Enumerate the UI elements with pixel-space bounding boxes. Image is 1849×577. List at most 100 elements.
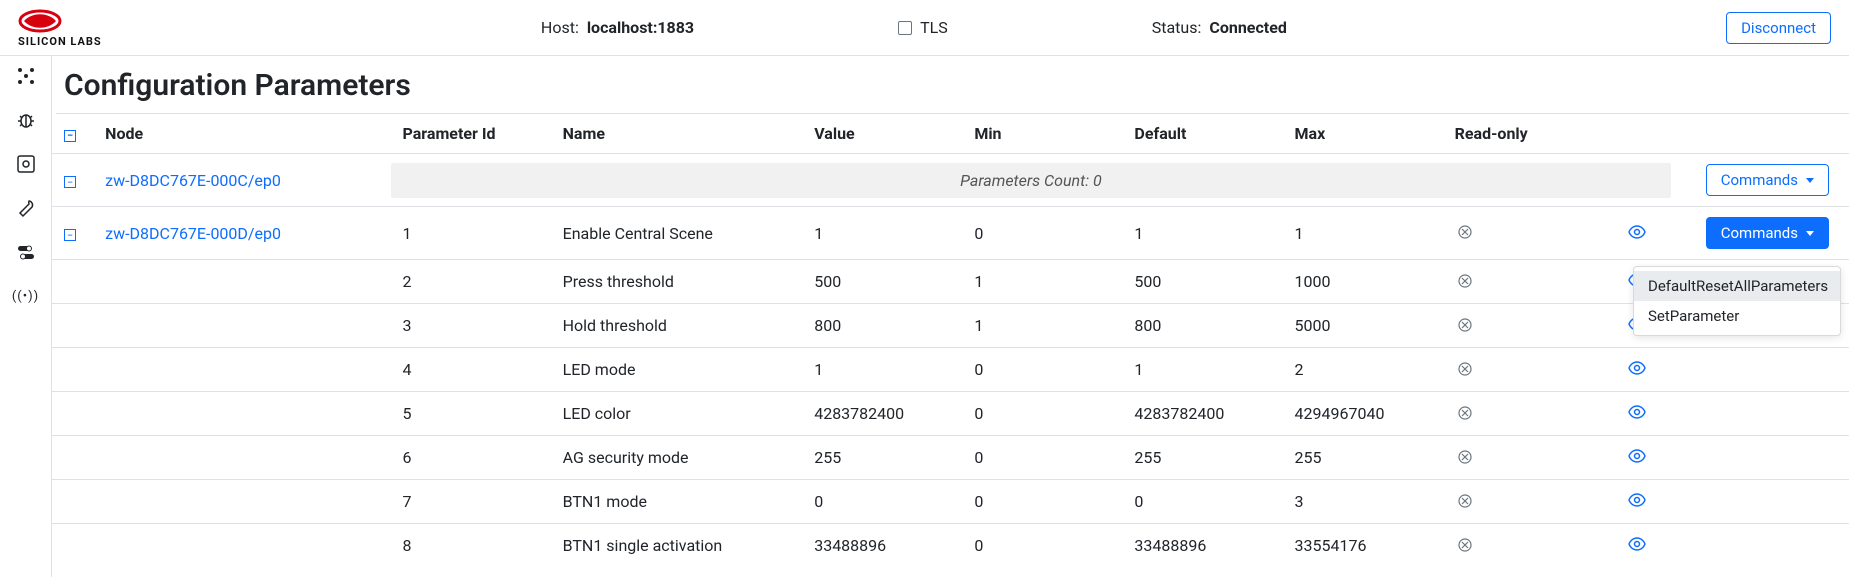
cell-pid: 1 [391,207,551,260]
node-link[interactable]: zw-D8DC767E-000D/ep0 [105,224,281,243]
cell-pid: 7 [391,480,551,524]
cell-pid: 8 [391,524,551,568]
cell-max: 1 [1283,207,1443,260]
page-title: Configuration Parameters [56,56,1849,114]
readonly-false-icon [1455,403,1475,423]
cell-default: 1 [1122,207,1282,260]
param-row: 4LED mode1012 [52,348,1849,392]
readonly-false-icon [1455,447,1475,467]
cell-value: 500 [802,260,962,304]
cell-min: 0 [962,348,1122,392]
cell-value: 4283782400 [802,392,962,436]
param-row: 6AG security mode2550255255 [52,436,1849,480]
cell-value: 800 [802,304,962,348]
chevron-down-icon [1806,231,1814,236]
toggle-icon[interactable] [14,240,38,264]
dropdown-item-default-reset[interactable]: DefaultResetAllParameters [1634,271,1840,301]
param-row: −zw-D8DC767E-000D/ep01Enable Central Sce… [52,207,1849,260]
cell-default: 0 [1122,480,1282,524]
params-count-label: Parameters Count: 0 [391,163,1672,198]
th-readonly: Read-only [1443,114,1603,154]
host-block: Host: localhost:1883 [541,18,694,37]
network-icon[interactable] [14,64,38,88]
cell-pid: 3 [391,304,551,348]
bug-icon[interactable] [14,108,38,132]
cell-default: 4283782400 [1122,392,1282,436]
gear-icon[interactable] [14,152,38,176]
cell-value: 1 [802,348,962,392]
cell-max: 3 [1283,480,1443,524]
view-icon[interactable] [1627,222,1647,242]
cell-min: 1 [962,260,1122,304]
view-icon[interactable] [1627,358,1647,378]
collapse-all-header[interactable]: − [52,114,93,154]
silabs-swirl-icon [18,8,78,34]
cell-name: LED mode [551,348,803,392]
readonly-false-icon [1455,535,1475,555]
readonly-false-icon [1455,222,1475,242]
brand-text: SILICON LABS [18,36,102,47]
disconnect-button[interactable]: Disconnect [1726,12,1831,44]
cell-value: 255 [802,436,962,480]
view-icon[interactable] [1627,490,1647,510]
cell-name: Hold threshold [551,304,803,348]
sidebar: ((•)) [0,56,52,577]
readonly-false-icon [1455,491,1475,511]
node-link[interactable]: zw-D8DC767E-000C/ep0 [105,171,281,190]
view-icon[interactable] [1627,402,1647,422]
cell-min: 0 [962,480,1122,524]
param-row: 8BTN1 single activation33488896033488896… [52,524,1849,568]
cell-default: 800 [1122,304,1282,348]
top-bar: SILICON LABS Host: localhost:1883 TLS St… [0,0,1849,56]
param-row: 5LED color428378240004283782400429496704… [52,392,1849,436]
signal-icon[interactable]: ((•)) [14,284,38,308]
tls-block: TLS [898,18,948,37]
brand-logo: SILICON LABS [18,8,102,47]
th-name: Name [551,114,803,154]
cell-value: 1 [802,207,962,260]
content-area: Configuration Parameters − Node Paramete… [52,56,1849,577]
status-value: Connected [1209,18,1286,37]
cell-name: LED color [551,392,803,436]
table-header-row: − Node Parameter Id Name Value Min Defau… [52,114,1849,154]
cell-min: 0 [962,392,1122,436]
tls-checkbox[interactable] [898,21,912,35]
chevron-down-icon [1806,178,1814,183]
cell-min: 1 [962,304,1122,348]
cell-pid: 2 [391,260,551,304]
collapse-icon[interactable]: − [64,229,76,241]
status-block: Status: Connected [1152,18,1287,37]
dropdown-item-set-parameter[interactable]: SetParameter [1634,301,1840,331]
cell-min: 0 [962,436,1122,480]
node-row: − zw-D8DC767E-000C/ep0 Parameters Count: 0… [52,154,1849,207]
readonly-false-icon [1455,359,1475,379]
cell-min: 0 [962,524,1122,568]
cell-default: 33488896 [1122,524,1282,568]
cell-default: 255 [1122,436,1282,480]
cell-value: 0 [802,480,962,524]
cell-max: 33554176 [1283,524,1443,568]
cell-max: 255 [1283,436,1443,480]
th-min: Min [962,114,1122,154]
disconnect-label: Disconnect [1741,19,1816,37]
readonly-false-icon [1455,271,1475,291]
cell-name: Enable Central Scene [551,207,803,260]
table-wrap: − Node Parameter Id Name Value Min Defau… [52,114,1849,575]
cell-pid: 4 [391,348,551,392]
th-max: Max [1283,114,1443,154]
cell-max: 4294967040 [1283,392,1443,436]
wrench-icon[interactable] [14,196,38,220]
view-icon[interactable] [1627,446,1647,466]
view-icon[interactable] [1627,534,1647,554]
th-value: Value [802,114,962,154]
commands-button[interactable]: Commands [1706,164,1829,196]
cell-name: Press threshold [551,260,803,304]
status-label: Status: [1152,18,1202,37]
cell-min: 0 [962,207,1122,260]
cell-name: BTN1 single activation [551,524,803,568]
commands-button[interactable]: Commands [1706,217,1829,249]
param-row: 3Hold threshold80018005000 [52,304,1849,348]
param-row: 7BTN1 mode0003 [52,480,1849,524]
cell-default: 1 [1122,348,1282,392]
collapse-icon[interactable]: − [64,176,76,188]
